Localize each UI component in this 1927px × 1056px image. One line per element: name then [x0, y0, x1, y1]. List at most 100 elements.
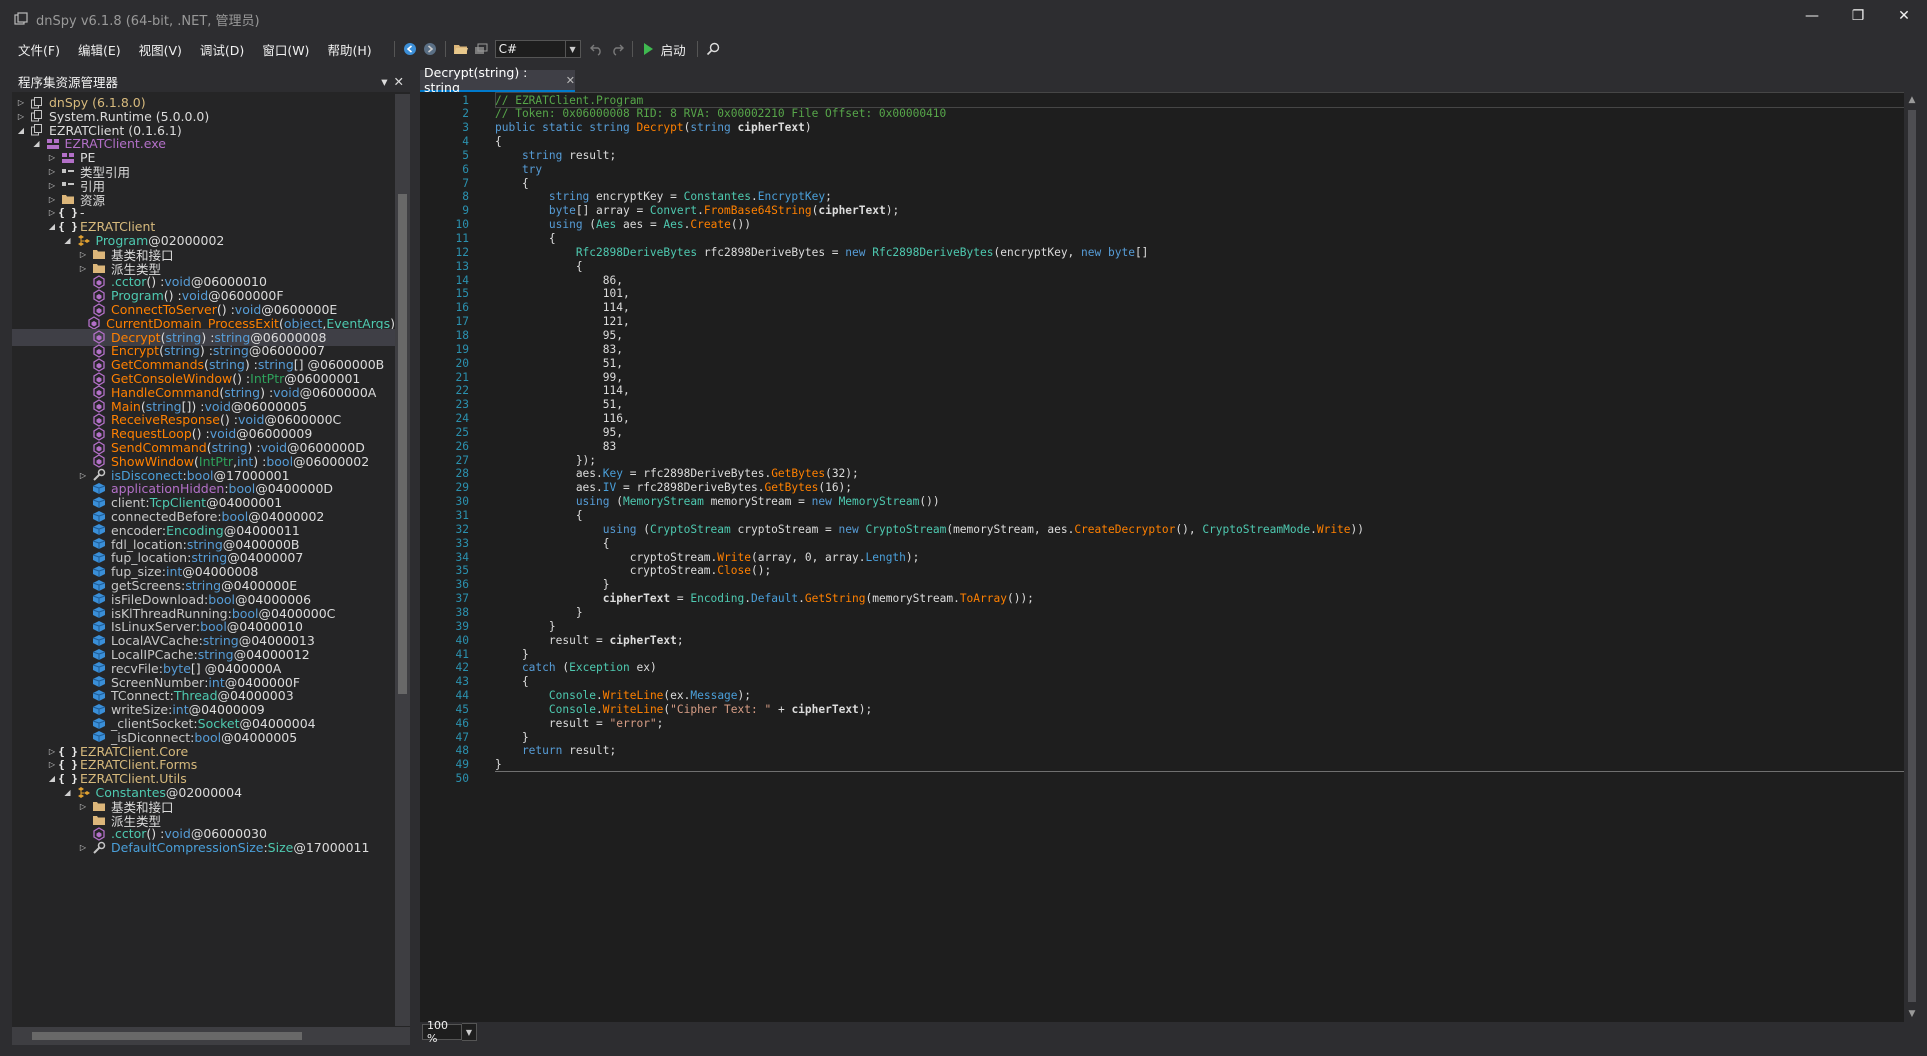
- expanded-arrow-icon[interactable]: ◢: [47, 774, 57, 784]
- collapsed-arrow-icon[interactable]: ▷: [78, 801, 88, 811]
- start-button-label[interactable]: 启动: [661, 40, 686, 59]
- line-number: 42: [455, 661, 469, 675]
- language-select[interactable]: C# ▼: [494, 40, 581, 58]
- code-token: = rfc2898DeriveBytes.: [616, 481, 765, 495]
- code-token: Rfc2898DeriveBytes: [872, 245, 994, 259]
- code-token: public static string: [495, 121, 637, 135]
- line-number: 22: [455, 384, 469, 398]
- pin-dropdown-icon[interactable]: ▾: [381, 74, 387, 89]
- undo-icon[interactable]: [587, 39, 607, 59]
- line-number: 49: [455, 758, 469, 772]
- close-panel-icon[interactable]: ✕: [394, 74, 404, 89]
- expanded-arrow-icon[interactable]: ◢: [47, 222, 57, 232]
- zoom-input[interactable]: 100 %: [422, 1019, 462, 1045]
- line-number: 45: [455, 702, 469, 716]
- method-end-separator: [495, 770, 1920, 772]
- code-token: new: [1081, 245, 1108, 259]
- code-token: (memoryStream.: [865, 592, 960, 606]
- scrollbar-thumb[interactable]: [398, 194, 407, 694]
- tree-horizontal-scrollbar[interactable]: [12, 1027, 410, 1045]
- code-token: ): [804, 121, 812, 135]
- code-token: 114,: [495, 384, 630, 398]
- forward-icon[interactable]: [420, 39, 440, 59]
- expanded-arrow-icon[interactable]: ◢: [63, 788, 73, 798]
- tree-node[interactable]: ▷ DefaultCompressionSize : Size @17000011: [12, 839, 395, 856]
- minimize-button[interactable]: —: [1789, 0, 1835, 32]
- menu-window[interactable]: 窗口(W): [253, 40, 318, 59]
- code-token: CryptoStreamMode: [1202, 522, 1311, 536]
- line-number: 38: [455, 605, 469, 619]
- code-token: [] array =: [575, 204, 650, 218]
- code-token: (: [589, 218, 597, 232]
- chevron-down-icon[interactable]: ▼: [462, 1023, 477, 1041]
- open-folder-icon[interactable]: [451, 39, 471, 59]
- property-icon: [92, 841, 106, 855]
- collapsed-arrow-icon[interactable]: ▷: [78, 470, 88, 480]
- back-icon[interactable]: [400, 39, 420, 59]
- collapsed-arrow-icon[interactable]: ▷: [47, 746, 57, 756]
- line-number: 46: [455, 716, 469, 730]
- collapsed-arrow-icon[interactable]: ▷: [47, 194, 57, 204]
- menu-file[interactable]: 文件(F): [9, 40, 69, 59]
- code-token: );: [885, 204, 900, 218]
- line-number: 13: [455, 259, 469, 273]
- collapsed-arrow-icon[interactable]: ▷: [47, 208, 57, 218]
- code-token: .: [596, 702, 603, 716]
- collapsed-arrow-icon[interactable]: ▷: [78, 843, 88, 853]
- start-icon[interactable]: [638, 39, 658, 59]
- code-token: ;: [656, 716, 664, 730]
- line-number: 3: [462, 121, 469, 135]
- code-token: (: [683, 121, 691, 135]
- collapsed-arrow-icon[interactable]: ▷: [78, 263, 88, 273]
- expanded-arrow-icon[interactable]: ◢: [16, 125, 26, 135]
- code-token: byte: [1107, 245, 1135, 259]
- collapsed-arrow-icon[interactable]: ▷: [16, 111, 26, 121]
- code-token: rfc2898DeriveBytes =: [703, 245, 846, 259]
- scrollbar-thumb[interactable]: [1908, 110, 1916, 1002]
- tab-decrypt[interactable]: Decrypt(string) : string ✕: [420, 65, 575, 95]
- search-icon[interactable]: [703, 39, 723, 59]
- redo-icon[interactable]: [607, 39, 627, 59]
- menu-debug[interactable]: 调试(D): [191, 40, 253, 59]
- code-token: string: [495, 190, 597, 204]
- collapsed-arrow-icon[interactable]: ▷: [47, 167, 57, 177]
- code-token: {: [495, 675, 529, 689]
- collapsed-arrow-icon[interactable]: ▷: [47, 180, 57, 190]
- menu-view[interactable]: 视图(V): [130, 40, 191, 59]
- code-editor[interactable]: 1 // EZRATClient.Program 2 // Token: 0x0600…: [420, 92, 1920, 1022]
- collapsed-arrow-icon[interactable]: ▷: [78, 249, 88, 259]
- restore-button[interactable]: ❐: [1835, 0, 1881, 32]
- code-token: {: [495, 536, 610, 550]
- scroll-up-icon[interactable]: ▲: [1904, 92, 1920, 108]
- code-token: CreateDecryptor: [1074, 522, 1176, 536]
- code-token: 51,: [495, 398, 623, 412]
- editor-vertical-scrollbar[interactable]: ▲ ▼: [1904, 92, 1920, 1022]
- close-button[interactable]: ✕: [1881, 0, 1927, 32]
- scroll-down-icon[interactable]: ▼: [1904, 1006, 1920, 1022]
- expanded-arrow-icon[interactable]: ◢: [63, 236, 73, 246]
- line-number: 14: [455, 273, 469, 287]
- close-tab-icon[interactable]: ✕: [566, 74, 575, 87]
- menu-edit[interactable]: 编辑(E): [69, 40, 130, 59]
- tree-vertical-scrollbar[interactable]: [395, 94, 410, 1026]
- code-token: Write: [717, 550, 751, 564]
- collapsed-arrow-icon[interactable]: ▷: [47, 153, 57, 163]
- line-number: 44: [455, 689, 469, 703]
- scrollbar-thumb[interactable]: [32, 1032, 302, 1040]
- code-token: result;: [569, 148, 617, 162]
- menu-help[interactable]: 帮助(H): [318, 40, 380, 59]
- code-token: new: [845, 245, 873, 259]
- collapsed-arrow-icon[interactable]: ▷: [47, 760, 57, 770]
- open-list-icon[interactable]: [471, 39, 491, 59]
- code-token: .: [798, 592, 805, 606]
- assembly-tree[interactable]: ▷ dnSpy (6.1.8.0) ▷ System.Runtime (5.0.0.0…: [12, 94, 395, 1026]
- code-token: }: [495, 730, 529, 744]
- expanded-arrow-icon[interactable]: ◢: [32, 139, 42, 149]
- collapsed-arrow-icon[interactable]: ▷: [16, 98, 26, 108]
- window-controls: — ❐ ✕: [1789, 0, 1927, 32]
